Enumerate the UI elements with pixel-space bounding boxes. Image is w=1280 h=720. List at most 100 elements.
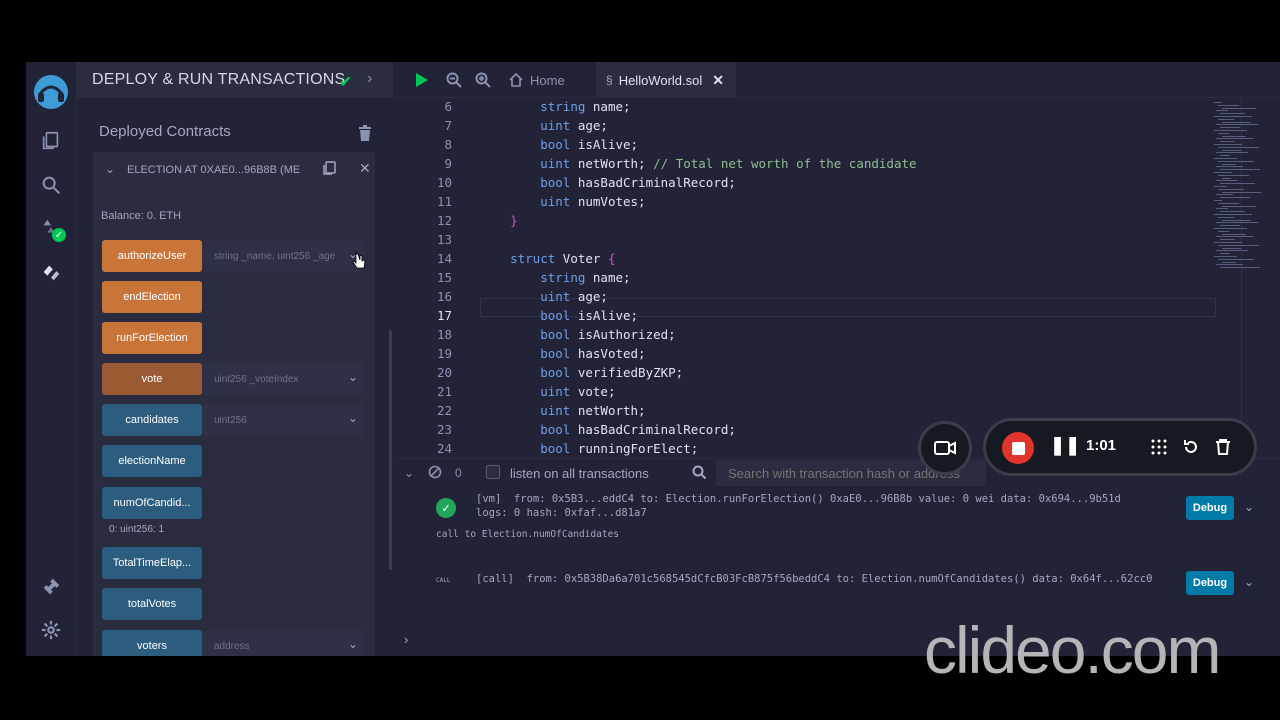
election-name-button[interactable]: electionName [102,445,202,477]
function-row-vote: vote uint256 _voteIndex ⌄ [102,363,364,395]
minimap-line [1220,169,1260,171]
success-check-icon: ✓ [436,498,456,518]
recording-timer: 1:01 [1086,437,1117,454]
minimap-line [1216,236,1253,238]
function-row-voters: voters address ⌄ [102,630,364,656]
debug-button[interactable]: Debug [1186,571,1234,595]
run-script-icon[interactable] [412,71,430,89]
file-explorer-icon[interactable] [38,128,64,154]
line-number: 8 [444,137,452,152]
trash-icon[interactable] [358,125,372,141]
stop-recording-button[interactable] [1002,432,1034,464]
code-minimap[interactable] [1210,98,1270,278]
tab-home[interactable]: Home [508,62,596,98]
minimap-line [1220,155,1230,157]
minimap-line [1218,258,1254,260]
video-camera-icon [934,441,956,455]
copy-icon[interactable] [321,160,337,176]
code-line: bool isAuthorized; [540,327,676,342]
line-number: 15 [436,270,452,285]
tab-file-label: HelloWorld.sol [618,72,703,88]
minimap-line [1222,191,1261,193]
search-icon[interactable] [38,172,64,198]
zoom-in-icon[interactable] [474,71,492,89]
chevron-down-icon[interactable]: ⌄ [105,162,115,176]
minimap-line [1214,186,1227,187]
screen-recorder-bar: ❚❚ 1:01 [983,418,1257,476]
chevron-right-icon[interactable]: › [367,70,372,88]
line-number: 20 [436,365,452,380]
minimap-line [1214,158,1237,159]
chevron-down-icon[interactable]: ⌄ [1244,575,1254,589]
mouse-cursor-icon [352,250,366,270]
chevron-down-icon[interactable]: ⌄ [348,370,358,384]
log-vm-line1: [vm] from: 0x5B3...eddC4 to: Election.ru… [476,493,1121,505]
vote-button[interactable]: vote [102,363,202,395]
authorize-user-args-input[interactable]: string _name, uint256 _age [202,240,364,272]
close-tab-icon[interactable]: ✕ [712,72,724,89]
settings-gear-icon[interactable] [38,617,64,643]
minimap-line [1222,247,1241,249]
restart-icon[interactable] [1182,438,1200,456]
terminal-prompt[interactable]: › [404,632,408,647]
minimap-line [1218,132,1229,134]
minimap-line [1220,225,1240,227]
minimap-line [1222,163,1236,165]
code-line: uint netWorth; // Total net worth of the… [540,156,917,171]
close-icon[interactable]: ✕ [359,160,371,177]
code-line: uint age; [540,118,608,133]
listen-checkbox[interactable] [486,465,500,479]
total-votes-button[interactable]: totalVotes [102,588,202,620]
clear-console-icon[interactable] [428,465,442,479]
run-for-election-button[interactable]: runForElection [102,322,202,354]
function-row-candidates: candidates uint256 ⌄ [102,404,364,436]
line-number: 10 [436,175,452,190]
collapse-terminal-icon[interactable]: ⌄ [404,466,414,480]
chevron-down-icon[interactable]: ⌄ [348,637,358,651]
minimap-line [1216,250,1248,252]
grid-icon[interactable] [1150,438,1168,456]
authorize-user-button[interactable]: authorizeUser [102,240,202,272]
check-icon: ✔ [339,74,353,91]
deploy-run-icon[interactable] [38,259,64,285]
total-time-elapsed-button[interactable]: TotalTimeElap... [102,547,202,579]
editor-tab-bar: Home § HelloWorld.sol ✕ [396,62,1280,98]
minimap-line [1220,253,1230,255]
chevron-down-icon[interactable]: ⌄ [348,411,358,425]
voters-button[interactable]: voters [102,630,202,656]
minimap-line [1218,174,1249,176]
minimap-line [1220,197,1250,199]
minimap-line [1218,244,1259,246]
vote-args-input[interactable]: uint256 _voteIndex [202,363,364,395]
panel-scrollbar[interactable] [389,330,392,570]
contract-header[interactable]: ⌄ ELECTION AT 0XAE0...96B8B (ME ✕ [93,158,375,186]
solidity-compiler-icon[interactable]: ✓ [38,216,66,242]
tab-helloworld-sol[interactable]: § HelloWorld.sol ✕ [596,62,736,98]
pause-recording-button[interactable]: ❚❚ [1050,435,1080,456]
delete-recording-icon[interactable] [1214,438,1232,456]
debug-button[interactable]: Debug [1186,496,1234,520]
end-election-button[interactable]: endElection [102,281,202,313]
line-number: 11 [436,194,452,209]
line-number: 17 [436,308,452,323]
panel-title: DEPLOY & RUN TRANSACTIONS [92,71,346,88]
chevron-down-icon[interactable]: ⌄ [1244,500,1254,514]
log-call-text: call to Election.numOfCandidates [436,529,620,540]
code-editor[interactable]: 6 string name; 7 uint age; 8 bool isAlive;… [396,98,1280,456]
num-of-candidates-button[interactable]: numOfCandid... [102,487,202,519]
search-icon [692,465,707,480]
remix-logo-icon[interactable] [31,72,71,112]
voters-args-input[interactable]: address [202,630,364,656]
plugin-manager-icon[interactable] [38,574,64,600]
camera-toggle-button[interactable] [918,421,972,475]
candidates-args-input[interactable]: uint256 [202,404,364,436]
zoom-out-icon[interactable] [445,71,463,89]
function-row-run-for-election: runForElection [102,322,364,354]
candidates-button[interactable]: candidates [102,404,202,436]
minimap-line [1218,216,1234,218]
minimap-line [1216,194,1233,196]
code-line: } [510,213,518,228]
minimap-line [1220,127,1240,129]
minimap-line [1216,138,1253,140]
code-line: bool runningForElect; [540,441,699,456]
